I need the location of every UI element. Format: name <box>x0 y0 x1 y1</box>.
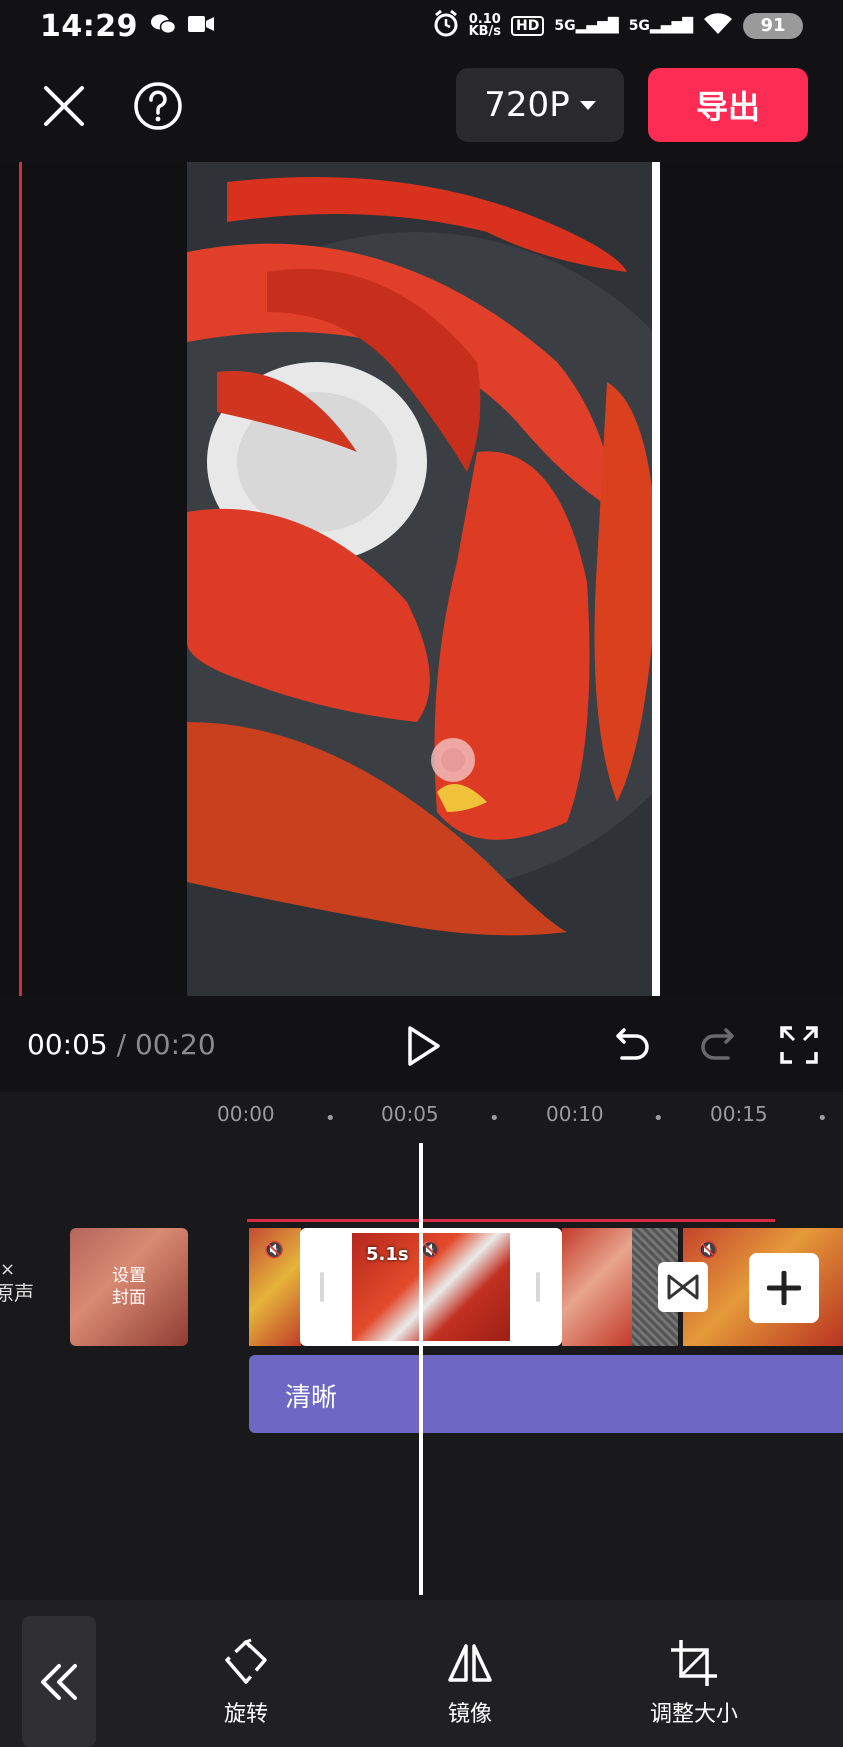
transition-button[interactable] <box>658 1262 708 1312</box>
undo-icon <box>616 1028 649 1060</box>
signal-5g-1: 5G▂▄▆█ <box>554 17 619 34</box>
fullscreen-icon <box>780 1026 818 1064</box>
ruler-tick: 00:00 <box>217 1102 275 1126</box>
caret-down-icon <box>579 100 596 110</box>
wifi-icon <box>703 12 733 39</box>
crop-icon <box>671 1640 717 1686</box>
mirror-label: 镜像 <box>447 1702 492 1727</box>
cover-label-line1: 设置 <box>112 1266 146 1286</box>
time-display: 00:05 / 00:20 <box>27 1028 216 1061</box>
clip-muted-icon: 🔇 <box>264 1240 284 1259</box>
resize-label: 调整大小 <box>649 1702 738 1727</box>
clip-duration: 5.1s <box>366 1244 409 1265</box>
video-frame-edge <box>652 162 660 996</box>
mirror-button[interactable]: 镜像 <box>400 1638 540 1738</box>
resolution-label: 720P <box>484 85 570 125</box>
playback-controls: 00:05 / 00:20 <box>0 1010 843 1080</box>
cover-label-line2: 封面 <box>112 1288 146 1308</box>
rotate-icon <box>225 1638 267 1684</box>
mute-label-text: 原声 <box>0 1281 34 1305</box>
effect-track-clip[interactable]: 清晰 <box>249 1355 843 1433</box>
sweet-potato-image <box>187 162 657 996</box>
time-ruler: 00:00 • 00:05 • 00:10 • 00:15 • <box>0 1102 843 1142</box>
bottom-toolbar: 旋转 镜像 调整大小 <box>0 1600 843 1747</box>
set-cover-button[interactable]: 设置 封面 <box>70 1228 188 1346</box>
ruler-tick: 00:05 <box>381 1102 439 1126</box>
rotate-label: 旋转 <box>223 1702 268 1727</box>
play-icon <box>408 1026 440 1066</box>
video-camera-icon <box>188 15 214 37</box>
mute-mark: × <box>0 1259 16 1280</box>
status-time: 14:29 <box>40 8 138 44</box>
preview-left-marker <box>19 162 22 996</box>
status-bar: 14:29 0.10 KB/s HD 5G▂▄▆█ 5G▂▄▆█ 91 <box>0 0 843 52</box>
total-time: 00:20 <box>134 1028 216 1061</box>
resize-button[interactable]: 调整大小 <box>624 1638 764 1738</box>
export-button[interactable]: 导出 <box>648 68 808 142</box>
clip-trim-handle-left[interactable] <box>320 1272 324 1302</box>
help-button[interactable] <box>132 80 184 132</box>
transition-icon <box>667 1274 699 1300</box>
editor-topbar: 720P 导出 <box>0 60 843 150</box>
undo-button[interactable] <box>614 1024 652 1064</box>
alarm-icon <box>433 9 459 41</box>
clip-muted-icon: 🔇 <box>698 1240 718 1259</box>
hd-badge: HD <box>511 15 545 36</box>
collapse-back-button[interactable] <box>22 1616 96 1747</box>
play-button[interactable] <box>404 1024 444 1068</box>
battery-indicator: 91 <box>743 12 803 39</box>
signal-5g-2: 5G▂▄▆█ <box>628 17 693 34</box>
double-chevron-left-icon <box>41 1663 77 1700</box>
ruler-dot: • <box>325 1108 336 1129</box>
clip-trim-handle-right[interactable] <box>536 1272 540 1302</box>
plus-icon <box>767 1271 801 1305</box>
current-time: 00:05 <box>27 1028 108 1061</box>
wechat-icon <box>150 13 177 39</box>
help-icon <box>134 82 182 130</box>
close-button[interactable] <box>40 82 88 130</box>
ruler-dot: • <box>489 1108 500 1129</box>
video-preview[interactable] <box>187 162 657 996</box>
redo-icon <box>701 1028 734 1060</box>
close-icon <box>44 86 84 126</box>
time-separator: / <box>116 1028 127 1061</box>
resolution-dropdown[interactable]: 720P <box>456 68 624 142</box>
video-clip[interactable] <box>562 1228 632 1346</box>
effect-label: 清晰 <box>285 1383 338 1413</box>
ruler-dot: • <box>817 1108 828 1129</box>
rotate-button[interactable]: 旋转 <box>176 1638 316 1738</box>
fullscreen-button[interactable] <box>780 1026 818 1064</box>
add-clip-button[interactable] <box>749 1253 819 1323</box>
network-speed: 0.10 KB/s <box>468 11 502 39</box>
mirror-icon <box>448 1644 492 1682</box>
playhead[interactable] <box>419 1143 423 1595</box>
redo-button[interactable] <box>698 1024 736 1064</box>
ruler-tick: 00:15 <box>710 1102 768 1126</box>
mute-original-audio-button[interactable]: × 原声 <box>0 1259 34 1308</box>
track-progress-line <box>247 1219 775 1222</box>
ruler-tick: 00:10 <box>546 1102 604 1126</box>
ruler-dot: • <box>653 1108 664 1129</box>
